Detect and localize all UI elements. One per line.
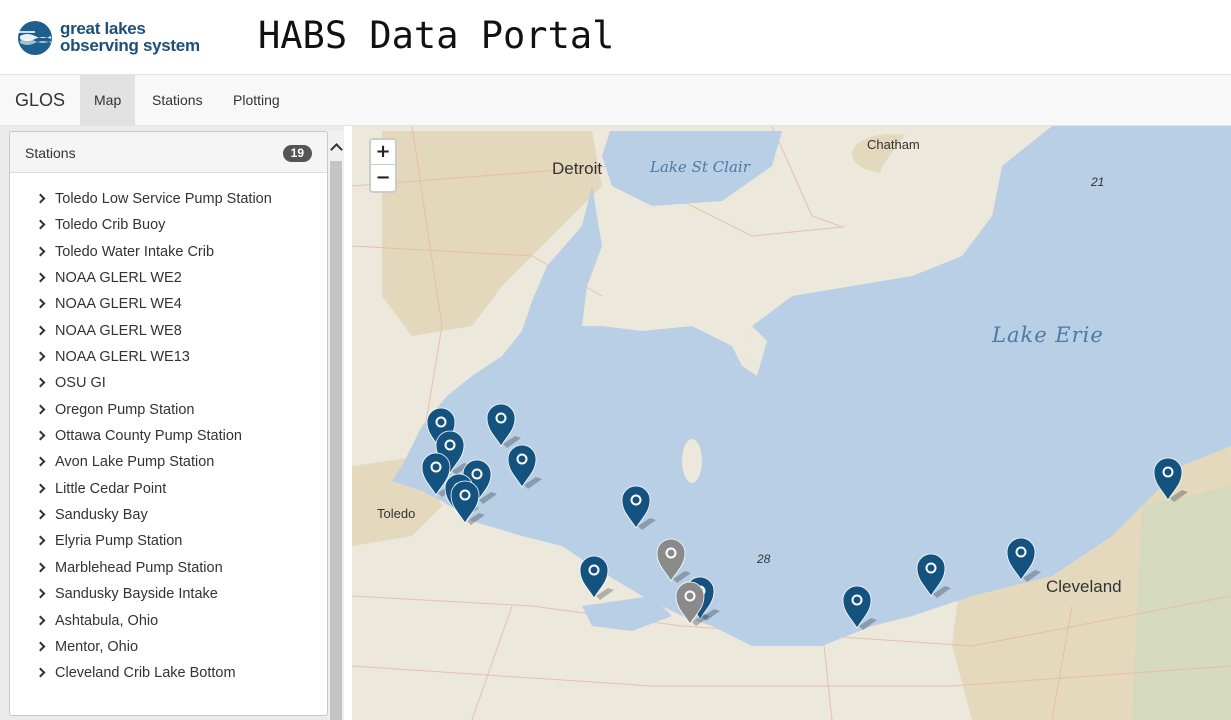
station-list-item[interactable]: NOAA GLERL WE8 (10, 318, 327, 344)
zoom-in-button[interactable]: + (371, 140, 395, 165)
logo-line-1: great lakes (60, 19, 146, 38)
zoom-out-button[interactable]: − (371, 166, 395, 191)
station-list-item[interactable]: NOAA GLERL WE13 (10, 344, 327, 370)
station-name: OSU GI (55, 375, 106, 392)
station-name: Avon Lake Pump Station (55, 454, 215, 471)
station-list-item[interactable]: Sandusky Bay (10, 502, 327, 528)
chevron-right-icon (37, 291, 47, 317)
station-name: Toledo Crib Buoy (55, 217, 166, 234)
station-name: Sandusky Bay (55, 507, 148, 524)
map-label-lake-erie: Lake Erie (992, 323, 1104, 347)
map-label-depth-28: 28 (757, 552, 771, 566)
station-name: Sandusky Bayside Intake (55, 586, 218, 603)
top-navbar: GLOS Map Stations Plotting (0, 74, 1231, 126)
map-label-chatham: Chatham (867, 137, 920, 152)
navbar-brand[interactable]: GLOS (15, 90, 65, 111)
sidebar-scrollbar[interactable] (328, 131, 344, 720)
chevron-right-icon (37, 528, 47, 554)
zoom-control: + − (369, 138, 397, 193)
stations-panel-heading[interactable]: Stations 19 (10, 132, 327, 173)
station-list-item[interactable]: Marblehead Pump Station (10, 555, 327, 581)
stations-panel-title: Stations (25, 145, 76, 161)
station-list-item[interactable]: Elyria Pump Station (10, 528, 327, 554)
station-name: Cleveland Crib Lake Bottom (55, 665, 236, 682)
station-list-item[interactable]: Toledo Water Intake Crib (10, 239, 327, 265)
station-name: Ottawa County Pump Station (55, 428, 242, 445)
chevron-right-icon (37, 397, 47, 423)
nav-tab-plotting[interactable]: Plotting (219, 75, 294, 126)
scrollbar-thumb[interactable] (330, 161, 342, 720)
station-list-item[interactable]: Oregon Pump Station (10, 397, 327, 423)
glos-logo-icon (18, 21, 52, 55)
map-label-detroit: Detroit (552, 159, 603, 178)
nav-tab-map[interactable]: Map (80, 75, 136, 126)
logo-line-2: observing system (60, 36, 200, 55)
chevron-right-icon (37, 370, 47, 396)
station-list-item[interactable]: Toledo Crib Buoy (10, 212, 327, 238)
chevron-right-icon (37, 318, 47, 344)
station-list-item[interactable]: NOAA GLERL WE4 (10, 291, 327, 317)
station-name: Toledo Water Intake Crib (55, 243, 215, 260)
station-name: NOAA GLERL WE8 (55, 322, 182, 339)
chevron-right-icon (37, 476, 47, 502)
chevron-right-icon (37, 344, 47, 370)
station-list-item[interactable]: NOAA GLERL WE2 (10, 265, 327, 291)
station-count-badge: 19 (282, 145, 312, 162)
station-list-item[interactable]: Sandusky Bayside Intake (10, 581, 327, 607)
station-name: NOAA GLERL WE2 (55, 270, 182, 287)
station-name: Marblehead Pump Station (55, 559, 223, 576)
station-list-item[interactable]: Avon Lake Pump Station (10, 449, 327, 475)
chevron-right-icon (37, 239, 47, 265)
station-list-item[interactable]: Mentor, Ohio (10, 634, 327, 660)
chevron-right-icon (37, 634, 47, 660)
station-name: NOAA GLERL WE4 (55, 296, 182, 313)
map-label-depth-21: 21 (1091, 175, 1105, 189)
chevron-right-icon (37, 555, 47, 581)
station-name: Oregon Pump Station (55, 401, 195, 418)
station-list-item[interactable]: OSU GI (10, 370, 327, 396)
station-list-item[interactable]: Cleveland Crib Lake Bottom (10, 660, 327, 686)
station-name: Ashtabula, Ohio (55, 612, 159, 629)
glos-logo[interactable]: great lakes observing system (17, 18, 217, 58)
stations-panel: Stations 19 Toledo Low Service Pump Stat… (9, 131, 328, 716)
chevron-right-icon (37, 449, 47, 475)
station-name: Mentor, Ohio (55, 638, 139, 655)
chevron-right-icon (37, 186, 47, 212)
map-canvas[interactable] (352, 126, 1231, 720)
map-label-cleveland: Cleveland (1046, 577, 1122, 596)
nav-tab-stations[interactable]: Stations (138, 75, 217, 126)
logo-wordmark: great lakes observing system (60, 20, 200, 54)
chevron-right-icon (37, 423, 47, 449)
station-name: Toledo Low Service Pump Station (55, 191, 272, 207)
page-header: great lakes observing system HABS Data P… (0, 0, 1231, 74)
scroll-up-arrow-icon[interactable] (328, 131, 344, 161)
station-list-item[interactable]: Little Cedar Point (10, 476, 327, 502)
station-list-item[interactable]: Ottawa County Pump Station (10, 423, 327, 449)
map-label-toledo: Toledo (377, 506, 416, 521)
chevron-right-icon (37, 608, 47, 634)
map-view[interactable]: + − Detroit Lake St Clair Chatham Lake E… (352, 126, 1231, 720)
station-name: NOAA GLERL WE13 (55, 349, 190, 366)
page-title: HABS Data Portal (258, 14, 615, 57)
chevron-right-icon (37, 212, 47, 238)
chevron-right-icon (37, 265, 47, 291)
sidebar: Stations 19 Toledo Low Service Pump Stat… (0, 126, 344, 720)
station-name: Little Cedar Point (55, 480, 167, 497)
chevron-right-icon (37, 660, 47, 686)
station-list-item[interactable]: Ashtabula, Ohio (10, 608, 327, 634)
station-name: Elyria Pump Station (55, 533, 183, 550)
chevron-right-icon (37, 581, 47, 607)
station-list: Toledo Low Service Pump Station Toledo Cr… (10, 173, 327, 687)
station-list-item[interactable]: Toledo Low Service Pump Station (10, 186, 327, 212)
map-label-lake-st-clair: Lake St Clair (650, 158, 750, 176)
chevron-right-icon (37, 502, 47, 528)
